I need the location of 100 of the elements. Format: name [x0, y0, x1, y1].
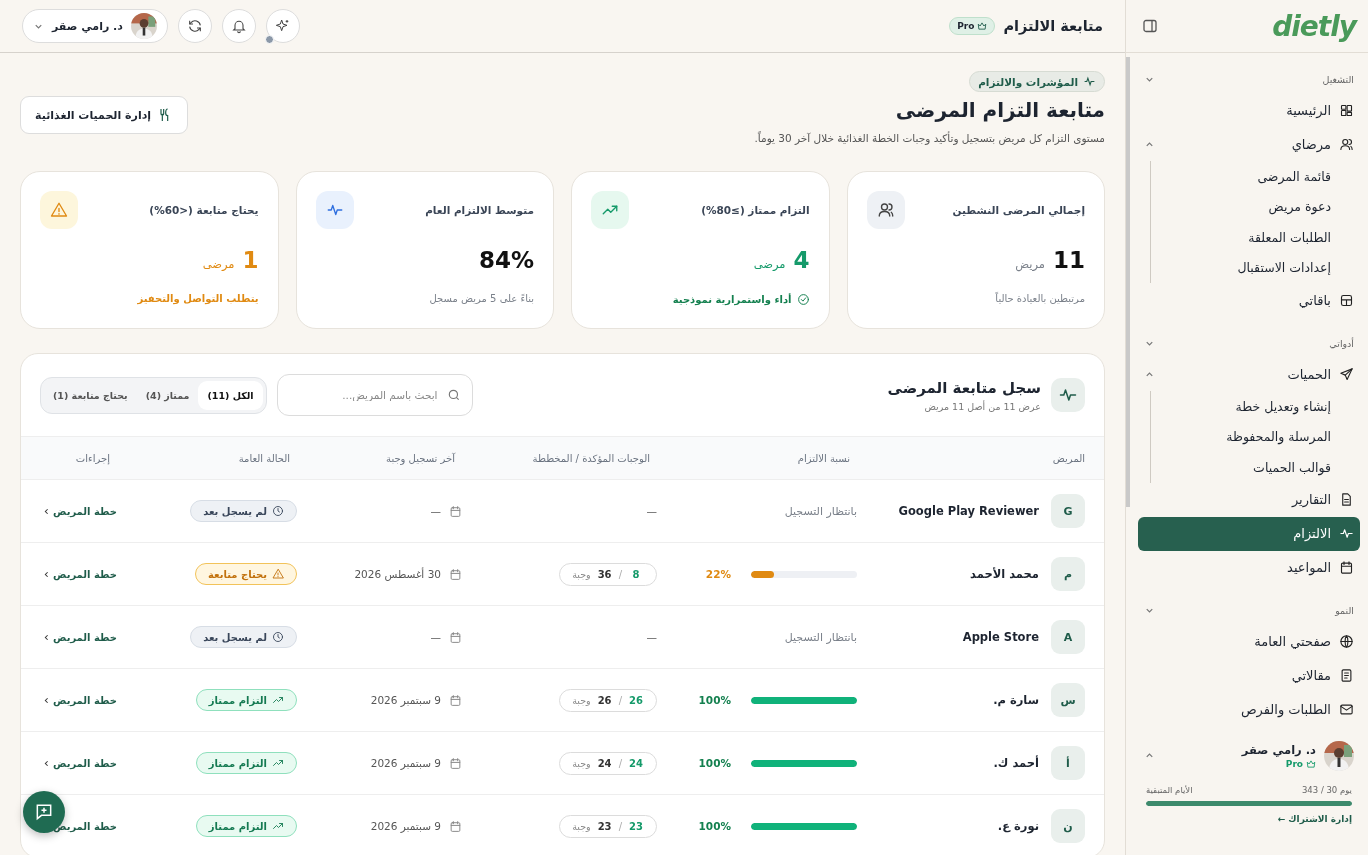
patient-initial: أ: [1051, 746, 1085, 780]
warning-icon: [272, 568, 284, 580]
column-header: الحالة العامة: [237, 452, 291, 464]
notifications-button[interactable]: [221, 9, 256, 43]
sidebar-item[interactable]: التقارير: [1138, 482, 1360, 517]
page-description: مستوى التزام كل مريض بتسجيل وتأكيد وجبات الخطة الغذائية خلال آخر 30 يوماً.: [754, 132, 1105, 144]
section-label: النمو: [1335, 605, 1354, 616]
column-header: آخر تسجيل وجبة: [385, 452, 457, 464]
chevron-icon[interactable]: [42, 695, 51, 705]
column-header: المريض: [1051, 452, 1086, 464]
sidebar-item[interactable]: الحميات: [1138, 357, 1360, 391]
sidebar-item[interactable]: الالتزام: [1138, 516, 1360, 551]
sidebar-subitem[interactable]: قوالب الحميات: [1151, 452, 1331, 483]
sidebar-subitem[interactable]: قائمة المرضى: [1151, 161, 1331, 192]
search-icon: [446, 388, 461, 402]
stat-note: بناءً على 5 مريض مسجل: [429, 293, 534, 304]
adherence-percent: 100%: [698, 757, 731, 769]
patient-initial: س: [1051, 683, 1085, 717]
stat-value: 84%: [478, 247, 534, 273]
stat-value: 11: [1053, 247, 1085, 273]
stat-title: التزام ممتاز (≥80%): [701, 204, 810, 216]
ai-button[interactable]: [265, 9, 300, 43]
patient-plan-link[interactable]: خطة المريض: [53, 631, 117, 643]
trend-icon: [272, 820, 284, 832]
sidebar-item[interactable]: المواعيد: [1138, 550, 1360, 585]
patient-name: أحمد ك.: [993, 756, 1039, 770]
sidebar-toggle-icon[interactable]: [1142, 18, 1158, 34]
sidebar-subitem[interactable]: الطلبات المعلقة: [1151, 222, 1331, 253]
stat-note: أداء واستمرارية نموذجية: [672, 294, 792, 305]
chevron-icon[interactable]: [42, 758, 51, 768]
adherence-status: بانتظار التسجيل: [784, 630, 857, 644]
days-label: الأيام المتبقية: [1146, 784, 1193, 795]
patient-initial: ن: [1051, 809, 1085, 843]
table-title: سجل متابعة المرضى: [887, 378, 1041, 397]
patient-name: Google Play Reviewer: [898, 504, 1039, 518]
patient-plan-link[interactable]: خطة المريض: [53, 505, 117, 517]
sidebar-subitem[interactable]: إنشاء وتعديل خطة: [1151, 391, 1331, 422]
sidebar-subitem[interactable]: دعوة مريض: [1151, 191, 1331, 222]
sidebar-subitem[interactable]: المرسلة والمحفوظة: [1151, 421, 1331, 452]
stat-value: 1: [242, 247, 259, 273]
trend-icon: [272, 694, 284, 706]
crown-icon: [977, 21, 988, 31]
chevron-icon[interactable]: [42, 569, 51, 579]
last-meal-date: 9 سبتمبر 2026: [370, 694, 441, 706]
sparkle-icon: [274, 18, 291, 34]
manage-subscription-link[interactable]: إدارة الاشتراك ←: [1277, 813, 1352, 824]
patient-name: Apple Store: [962, 630, 1039, 644]
note-icon: [1339, 668, 1354, 683]
page-title: متابعة الالتزام: [1003, 18, 1103, 34]
mail-icon: [1339, 702, 1354, 717]
adherence-status: بانتظار التسجيل: [784, 504, 857, 518]
chevron-icon[interactable]: [42, 632, 51, 642]
stat-unit: مريض: [1015, 257, 1045, 271]
status-dot: [264, 35, 274, 44]
patient-name: سارة م.: [993, 693, 1039, 707]
section-label: التشغيل: [1322, 73, 1354, 85]
sidebar-item[interactable]: الطلبات والفرص: [1138, 692, 1360, 727]
patient-plan-link[interactable]: خطة المريض: [53, 568, 117, 580]
sidebar-item[interactable]: الرئيسية: [1138, 93, 1360, 127]
document-icon: [1339, 492, 1354, 507]
grid-icon: [1339, 102, 1354, 118]
patient-plan-link[interactable]: خطة المريض: [53, 757, 117, 769]
sidebar-item[interactable]: مقالاتي: [1138, 658, 1360, 693]
last-meal-date: —: [430, 631, 441, 643]
user-name: د. رامي صقر: [1241, 742, 1316, 757]
stat-title: يحتاج متابعة (<60%): [149, 204, 259, 216]
status-badge: التزام ممتاز: [195, 815, 297, 837]
calendar-icon: [449, 693, 462, 707]
users-icon: [876, 201, 895, 219]
column-header: إجراءات: [74, 452, 111, 464]
sidebar-subitem[interactable]: إعدادات الاستقبال: [1151, 252, 1331, 283]
sidebar-item[interactable]: باقاتي: [1138, 283, 1360, 317]
patient-name: محمد الأحمد: [970, 567, 1039, 581]
users-icon: [1339, 136, 1354, 152]
check-circle-icon: [796, 293, 810, 306]
section-tag: المؤشرات والالتزام: [969, 71, 1105, 92]
filter-tab[interactable]: ممتاز (4): [136, 380, 199, 410]
column-header: نسبة الالتزام: [796, 452, 851, 464]
calendar-icon: [449, 630, 462, 644]
sidebar-item[interactable]: صفحتي العامة: [1138, 624, 1360, 659]
adherence-percent: 100%: [698, 694, 731, 706]
manage-diets-button[interactable]: إدارة الحميات الغذائية: [20, 96, 189, 134]
column-header: الوجبات المؤكدة / المخططة: [531, 452, 651, 464]
meals-empty: —: [646, 631, 657, 643]
scrollbar-thumb[interactable]: [1126, 57, 1130, 507]
search-field[interactable]: ابحث باسم المريض...: [276, 374, 473, 416]
filter-tab[interactable]: يحتاج متابعة (1): [44, 380, 137, 410]
patient-plan-link[interactable]: خطة المريض: [53, 694, 117, 706]
crown-icon: [1306, 758, 1316, 769]
refresh-button[interactable]: [177, 9, 212, 43]
filter-tab[interactable]: الكل (11): [198, 380, 263, 410]
meals-empty: —: [646, 505, 657, 517]
status-badge: لم يسجل بعد: [190, 626, 297, 648]
table-icon: [1339, 292, 1354, 308]
sidebar-item[interactable]: مرضاي: [1138, 127, 1360, 161]
stat-title: متوسط الالتزام العام: [425, 204, 534, 216]
user-menu-button[interactable]: د. رامي صقر: [22, 9, 168, 43]
globe-icon: [1339, 634, 1354, 649]
patient-initial: م: [1051, 557, 1085, 591]
chevron-icon[interactable]: [42, 506, 51, 516]
